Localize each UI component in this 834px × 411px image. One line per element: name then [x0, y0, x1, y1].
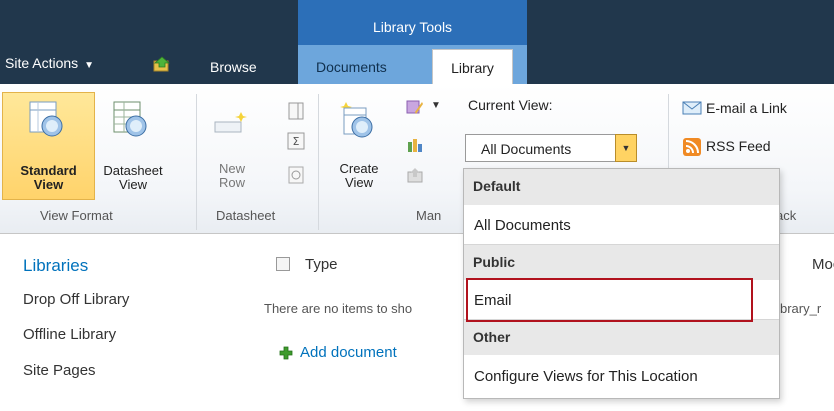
- email-link-button[interactable]: E-mail a Link: [706, 100, 787, 116]
- standard-view-icon: [29, 101, 63, 137]
- refresh-data-icon[interactable]: [287, 166, 305, 184]
- current-view-select[interactable]: All Documents: [465, 134, 637, 162]
- standard-view-label: Standard View: [0, 164, 97, 192]
- new-row-button[interactable]: New Row: [212, 162, 252, 190]
- site-actions-menu[interactable]: Site Actions ▼: [5, 55, 94, 71]
- create-view-button[interactable]: Create View: [334, 162, 384, 190]
- column-header-modified[interactable]: Moc: [812, 256, 834, 273]
- column-header-type[interactable]: Type: [305, 256, 338, 273]
- add-document-link[interactable]: Add document: [300, 344, 397, 361]
- svg-text:Σ: Σ: [293, 135, 300, 148]
- site-actions-label: Site Actions: [5, 55, 79, 71]
- group-label-datasheet: Datasheet: [216, 208, 276, 223]
- chevron-down-icon: ▼: [84, 60, 95, 71]
- new-row-label-line2: Row: [218, 175, 245, 190]
- add-icon: [279, 346, 293, 360]
- new-row-icon: [214, 112, 247, 133]
- library-tools-group-label: Library Tools: [298, 0, 527, 45]
- rss-feed-button[interactable]: RSS Feed: [706, 138, 771, 154]
- current-view-label: Current View:: [468, 97, 553, 113]
- group-label-manage-views: Man: [416, 208, 442, 223]
- create-view-label-line2: View: [345, 175, 373, 190]
- rss-feed-icon: [683, 138, 701, 156]
- email-item-highlight-box: [466, 278, 753, 322]
- empty-list-message: There are no items to sho: [264, 301, 413, 316]
- tab-browse[interactable]: Browse: [210, 59, 257, 75]
- new-row-label-line1: New: [218, 161, 245, 176]
- tab-documents[interactable]: Documents: [308, 51, 424, 84]
- current-view-dropdown-arrow[interactable]: ▼: [615, 134, 637, 162]
- sidebar-item-offline-library[interactable]: Offline Library: [23, 326, 116, 343]
- navigate-up-folder-icon[interactable]: [406, 166, 424, 184]
- dropdown-item-configure-views[interactable]: Configure Views for This Location: [464, 357, 779, 393]
- dropdown-section-header-other: Other: [464, 319, 779, 355]
- modify-column-icon[interactable]: [406, 136, 424, 154]
- chevron-down-icon[interactable]: ▼: [431, 100, 441, 111]
- datasheet-view-label-line1: Datasheet: [103, 163, 163, 178]
- group-separator: [318, 94, 319, 230]
- show-taskpane-icon[interactable]: [287, 102, 305, 120]
- current-view-value: All Documents: [481, 141, 572, 157]
- datasheet-view-label-line2: View: [119, 177, 147, 192]
- sidebar-item-site-pages[interactable]: Site Pages: [23, 362, 96, 379]
- email-link-icon: [682, 101, 702, 115]
- create-view-label-line1: Create: [339, 161, 379, 176]
- dropdown-section-header-default: Default: [464, 169, 779, 205]
- dropdown-section-header-public: Public: [464, 244, 779, 280]
- sidebar-item-drop-off-library[interactable]: Drop Off Library: [23, 291, 129, 308]
- modify-view-icon[interactable]: [406, 98, 424, 116]
- standard-view-label-line1: Standard: [20, 163, 77, 178]
- group-separator: [196, 94, 197, 230]
- dropdown-item-all-documents[interactable]: All Documents: [464, 206, 779, 242]
- show-totals-icon[interactable]: Σ: [287, 132, 305, 150]
- navigate-up-icon[interactable]: [153, 56, 171, 72]
- datasheet-view-icon[interactable]: [112, 100, 148, 138]
- group-label-view-format: View Format: [40, 208, 113, 223]
- select-all-checkbox[interactable]: [276, 257, 290, 271]
- empty-list-message-tail: brary_r: [780, 301, 822, 316]
- create-view-icon: [340, 102, 373, 138]
- nav-heading-libraries[interactable]: Libraries: [23, 256, 88, 276]
- standard-view-label-line2: View: [33, 177, 64, 192]
- tab-library[interactable]: Library: [432, 49, 513, 85]
- datasheet-view-button[interactable]: Datasheet View: [98, 164, 168, 192]
